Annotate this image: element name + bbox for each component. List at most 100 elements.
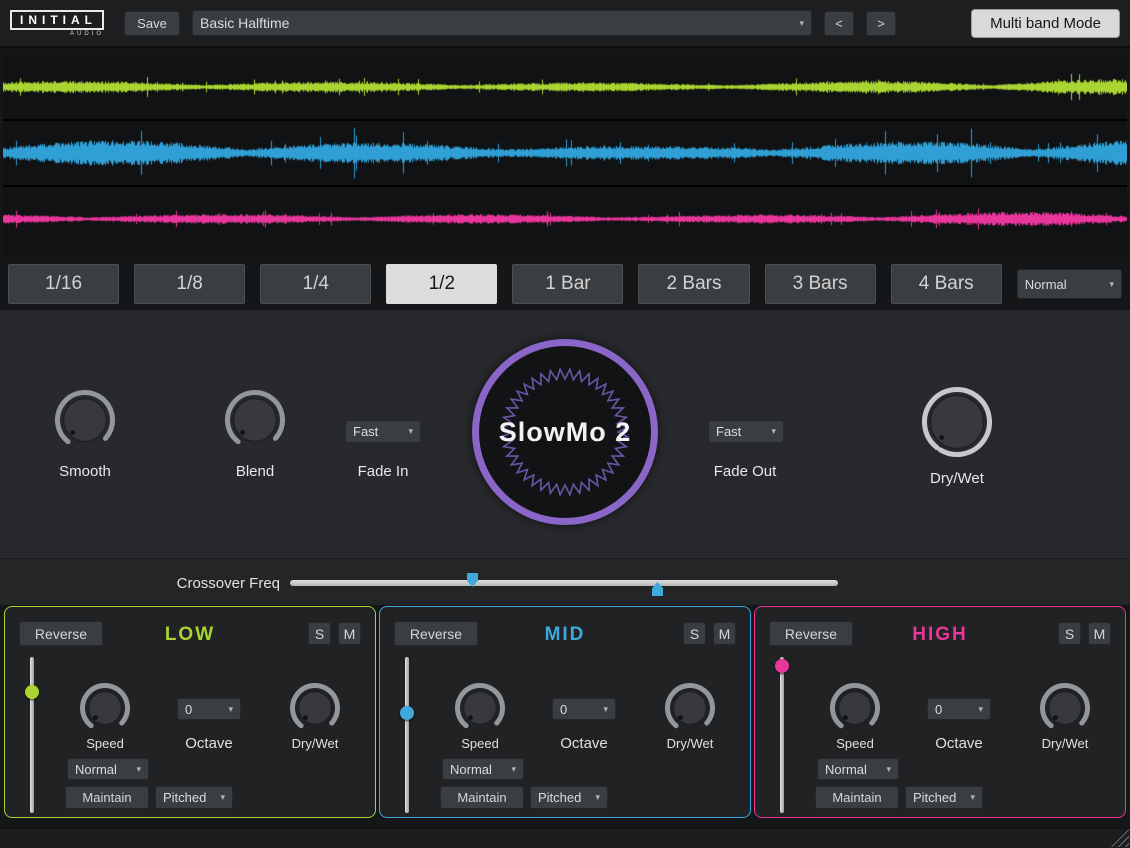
speed-knob[interactable] — [829, 682, 881, 734]
maintain-button[interactable]: Maintain — [815, 786, 899, 809]
smooth-knob[interactable] — [54, 389, 116, 451]
mute-button[interactable]: M — [338, 622, 361, 645]
blend-label: Blend — [200, 463, 310, 480]
logo-text: INITIAL — [10, 10, 104, 30]
band-mode-select[interactable]: Normal ▾ — [67, 758, 149, 780]
division-button[interactable]: 1/4 — [260, 264, 371, 304]
band-mode-value: Normal — [450, 762, 492, 777]
preset-value: Basic Halftime — [200, 15, 289, 31]
solo-button[interactable]: S — [308, 622, 331, 645]
mid-waveform-canvas — [3, 122, 1127, 184]
band-mode-select[interactable]: Normal ▾ — [442, 758, 524, 780]
solo-button[interactable]: S — [683, 622, 706, 645]
fade-in-select[interactable]: Fast ▾ — [345, 420, 421, 443]
octave-select[interactable]: 0 ▾ — [177, 698, 241, 720]
logo-subtext: AUDIO — [10, 31, 104, 37]
octave-value: 0 — [935, 702, 942, 717]
chevron-down-icon: ▾ — [228, 704, 233, 715]
chevron-down-icon: ▾ — [603, 704, 608, 715]
pitch-mode-select[interactable]: Pitched ▾ — [155, 786, 233, 809]
pitch-mode-value: Pitched — [538, 790, 581, 805]
band-drywet-label: Dry/Wet — [260, 736, 370, 751]
speed-knob[interactable] — [454, 682, 506, 734]
prev-preset-button[interactable]: < — [824, 11, 854, 36]
slider-handle[interactable] — [400, 706, 414, 720]
solo-button[interactable]: S — [1058, 622, 1081, 645]
octave-label: Octave — [904, 735, 1014, 752]
slider-track — [780, 657, 784, 813]
band-drywet-knob[interactable] — [289, 682, 341, 734]
band-level-slider[interactable] — [25, 657, 39, 813]
chevron-down-icon: ▾ — [886, 764, 891, 775]
band-mode-select[interactable]: Normal ▾ — [817, 758, 899, 780]
pitch-mode-value: Pitched — [913, 790, 956, 805]
slider-handle[interactable] — [775, 659, 789, 673]
smooth-label: Smooth — [30, 463, 140, 480]
division-button[interactable]: 2 Bars — [638, 264, 749, 304]
mute-button[interactable]: M — [713, 622, 736, 645]
maintain-button[interactable]: Maintain — [440, 786, 524, 809]
fade-in-value: Fast — [353, 424, 378, 439]
time-division-bar: 1/16 1/8 1/4 1/2 1 Bar 2 Bars 3 Bars 4 B… — [8, 263, 1122, 305]
division-button[interactable]: 3 Bars — [765, 264, 876, 304]
division-button-selected[interactable]: 1/2 — [386, 264, 497, 304]
waveform-display — [3, 55, 1127, 255]
band-panel-low: Reverse LOW S M Speed 0 ▾ Octave Dry/Wet… — [4, 606, 376, 818]
pitch-mode-select[interactable]: Pitched ▾ — [530, 786, 608, 809]
next-preset-button[interactable]: > — [866, 11, 896, 36]
division-button[interactable]: 1/16 — [8, 264, 119, 304]
octave-value: 0 — [185, 702, 192, 717]
speed-knob[interactable] — [79, 682, 131, 734]
chevron-down-icon: ▾ — [511, 764, 516, 775]
fade-out-select[interactable]: Fast ▾ — [708, 420, 784, 443]
division-button[interactable]: 1/8 — [134, 264, 245, 304]
waveform-row-high — [3, 187, 1127, 251]
band-mode-value: Normal — [825, 762, 867, 777]
plugin-title: SlowMo 2 — [499, 417, 632, 448]
chevron-down-icon: ▾ — [595, 792, 600, 803]
resize-grip[interactable] — [1111, 829, 1129, 847]
band-level-slider[interactable] — [400, 657, 414, 813]
chevron-down-icon: ▾ — [771, 426, 776, 437]
mute-button[interactable]: M — [1088, 622, 1111, 645]
division-button[interactable]: 4 Bars — [891, 264, 1002, 304]
chevron-down-icon: ▾ — [408, 426, 413, 437]
octave-value: 0 — [560, 702, 567, 717]
maintain-button[interactable]: Maintain — [65, 786, 149, 809]
pitch-mode-value: Pitched — [163, 790, 206, 805]
band-drywet-knob[interactable] — [1039, 682, 1091, 734]
slider-handle[interactable] — [25, 685, 39, 699]
chevron-down-icon: ▾ — [978, 704, 983, 715]
preset-select[interactable]: Basic Halftime ▾ — [192, 10, 812, 36]
playback-mode-value: Normal — [1025, 277, 1067, 292]
main-controls-panel: Smooth Blend Fast ▾ Fade In SlowMo 2 Fas… — [0, 310, 1130, 558]
pitch-mode-select[interactable]: Pitched ▾ — [905, 786, 983, 809]
main-drywet-label: Dry/Wet — [902, 470, 1012, 487]
crossover-slider-track[interactable] — [290, 580, 838, 586]
octave-select[interactable]: 0 ▾ — [927, 698, 991, 720]
band-panel-mid: Reverse MID S M Speed 0 ▾ Octave Dry/Wet… — [379, 606, 751, 818]
high-waveform-canvas — [3, 189, 1127, 249]
band-level-slider[interactable] — [775, 657, 789, 813]
division-button[interactable]: 1 Bar — [512, 264, 623, 304]
blend-knob[interactable] — [224, 389, 286, 451]
band-drywet-label: Dry/Wet — [1010, 736, 1120, 751]
band-drywet-knob[interactable] — [664, 682, 716, 734]
save-button[interactable]: Save — [124, 11, 180, 36]
chevron-down-icon: ▾ — [799, 18, 804, 29]
main-drywet-knob[interactable] — [921, 386, 993, 458]
fade-out-label: Fade Out — [690, 463, 800, 480]
playback-mode-select[interactable]: Normal ▾ — [1017, 269, 1122, 299]
band-mode-value: Normal — [75, 762, 117, 777]
status-bar — [0, 828, 1130, 848]
octave-label: Octave — [154, 735, 264, 752]
speed-label: Speed — [425, 736, 535, 751]
waveform-row-mid — [3, 121, 1127, 187]
band-drywet-label: Dry/Wet — [635, 736, 745, 751]
waveform-row-low — [3, 55, 1127, 121]
slowmo-logo: SlowMo 2 — [472, 339, 658, 525]
octave-select[interactable]: 0 ▾ — [552, 698, 616, 720]
multiband-mode-button[interactable]: Multi band Mode — [971, 9, 1120, 38]
speed-label: Speed — [800, 736, 910, 751]
octave-label: Octave — [529, 735, 639, 752]
